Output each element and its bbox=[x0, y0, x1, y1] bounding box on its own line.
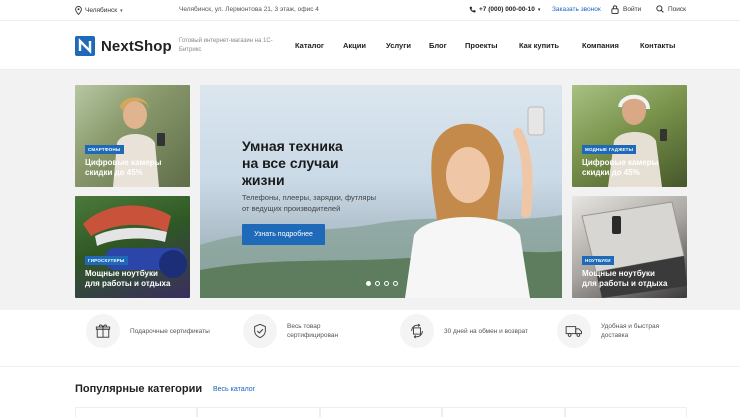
feature-line: Удобная и быстрая bbox=[601, 323, 660, 330]
feature-certified: Весь товар сертифицирован bbox=[243, 314, 338, 348]
feature-text: Весь товар сертифицирован bbox=[287, 322, 338, 340]
slider-dot[interactable] bbox=[375, 281, 380, 286]
caption-line: для работы и отдыха bbox=[582, 279, 668, 288]
caption-line: скидки до 45% bbox=[582, 168, 640, 177]
nav-item-how-to-buy[interactable]: Как купить bbox=[519, 41, 582, 50]
main-nav: Каталог Акции Услуги Блог Проекты Как ку… bbox=[295, 41, 675, 50]
nav-item-promotions[interactable]: Акции bbox=[343, 41, 386, 50]
gift-icon bbox=[86, 314, 120, 348]
feature-text: 30 дней на обмен и возврат bbox=[444, 327, 528, 336]
category-card[interactable] bbox=[319, 407, 443, 417]
promo-tile-hoverboards[interactable]: Гироскутеры Мощные ноутбуки для работы и… bbox=[75, 196, 190, 298]
popular-categories: Популярные категории Весь каталог bbox=[0, 366, 740, 417]
feature-text: Подарочные сертификаты bbox=[130, 327, 210, 336]
promo-tile-gadgets[interactable]: Модные гаджеты Цифровые камеры скидки до… bbox=[572, 85, 687, 187]
location-pin-icon bbox=[75, 6, 82, 15]
tile-badge: Гироскутеры bbox=[85, 256, 128, 265]
tile-caption: Цифровые камеры скидки до 45% bbox=[85, 158, 162, 178]
nav-item-services[interactable]: Услуги bbox=[386, 41, 429, 50]
slider-dot[interactable] bbox=[366, 281, 371, 286]
category-card[interactable] bbox=[442, 407, 565, 417]
promo-tile-smartphones[interactable]: Смартфоны Цифровые камеры скидки до 45% bbox=[75, 85, 190, 187]
category-card[interactable] bbox=[197, 407, 320, 417]
shield-check-icon bbox=[243, 314, 277, 348]
lock-icon bbox=[611, 5, 619, 14]
slider-dots bbox=[366, 281, 398, 286]
promo-tile-laptops[interactable]: Ноутбуки Мощные ноутбуки для работы и от… bbox=[572, 196, 687, 298]
caption-line: Цифровые камеры bbox=[85, 158, 162, 167]
store-address: Челябинск, ул. Лермонтова 21, 3 этаж, оф… bbox=[179, 6, 319, 13]
chevron-down-icon: ▾ bbox=[120, 7, 123, 14]
category-card[interactable] bbox=[75, 407, 198, 417]
feature-line: Весь товар bbox=[287, 323, 321, 330]
category-grid bbox=[75, 407, 688, 417]
nav-item-catalog[interactable]: Каталог bbox=[295, 41, 343, 50]
tile-caption: Мощные ноутбуки для работы и отдыха bbox=[582, 269, 667, 289]
search-label: Поиск bbox=[668, 5, 687, 13]
tile-caption: Цифровые камеры скидки до 45% bbox=[582, 158, 659, 178]
hero-subtitle: Телефоны, плееры, зарядки, футляры от ве… bbox=[242, 192, 382, 214]
features-strip: Подарочные сертификаты Весь товар сертиф… bbox=[0, 310, 740, 366]
truck-icon bbox=[557, 314, 591, 348]
slider-dot[interactable] bbox=[393, 281, 398, 286]
site-tagline: Готовый интернет-магазин на 1С-Битрикс bbox=[179, 38, 273, 53]
site-logo[interactable]: NextShop bbox=[75, 36, 172, 56]
hero-title-line: Умная техника bbox=[242, 138, 343, 154]
nav-item-projects[interactable]: Проекты bbox=[465, 41, 519, 50]
caption-line: для работы и отдыха bbox=[85, 279, 171, 288]
phone-number[interactable]: +7 (000) 000-00-10 ▾ bbox=[469, 6, 540, 13]
login-label: Войти bbox=[623, 6, 642, 13]
feature-line: Подарочные сертификаты bbox=[130, 327, 210, 335]
chevron-down-icon: ▾ bbox=[537, 6, 541, 13]
hero-subtitle-line: Телефоны, плееры, зарядки, футляры bbox=[242, 193, 377, 202]
slider-dot[interactable] bbox=[384, 281, 389, 286]
all-catalog-link[interactable]: Весь каталог bbox=[213, 386, 255, 393]
hero-subtitle-line: от ведущих производителей bbox=[242, 204, 341, 213]
caption-line: Мощные ноутбуки bbox=[85, 269, 158, 278]
caption-line: Мощные ноутбуки bbox=[582, 269, 655, 278]
caption-line: Цифровые камеры bbox=[582, 158, 659, 167]
nav-item-contacts[interactable]: Контакты bbox=[640, 41, 675, 50]
logo-text: NextShop bbox=[101, 37, 172, 55]
feature-delivery: Удобная и быстрая доставка bbox=[557, 314, 659, 348]
phone-label: +7 (000) 000-00-10 bbox=[479, 6, 535, 13]
feature-line: доставка bbox=[601, 332, 629, 339]
tile-caption: Мощные ноутбуки для работы и отдыха bbox=[85, 269, 170, 289]
nav-item-company[interactable]: Компания bbox=[582, 41, 640, 50]
tile-badge: Ноутбуки bbox=[582, 256, 614, 265]
hero-title-line: жизни bbox=[242, 172, 285, 188]
caption-line: скидки до 45% bbox=[85, 168, 143, 177]
section-title: Популярные категории bbox=[75, 383, 203, 395]
return-icon bbox=[400, 314, 434, 348]
nav-item-blog[interactable]: Блог bbox=[429, 41, 465, 50]
learn-more-button[interactable]: Узнать подробнее bbox=[242, 224, 325, 245]
city-label: Челябинск bbox=[85, 7, 118, 14]
search-button[interactable]: Поиск bbox=[656, 5, 686, 13]
top-bar: Челябинск ▾ Челябинск, ул. Лермонтова 21… bbox=[0, 0, 740, 21]
feature-returns: 30 дней на обмен и возврат bbox=[400, 314, 528, 348]
hero-slider: Умная техника на все случаи жизни Телефо… bbox=[200, 85, 562, 298]
phone-icon bbox=[469, 6, 476, 13]
tile-badge: Смартфоны bbox=[85, 145, 124, 154]
callback-link[interactable]: Заказать звонок bbox=[552, 6, 601, 13]
feature-line: 30 дней на обмен и возврат bbox=[444, 327, 529, 335]
main-header: NextShop Готовый интернет-магазин на 1С-… bbox=[0, 21, 740, 70]
feature-text: Удобная и быстрая доставка bbox=[601, 322, 659, 340]
city-selector[interactable]: Челябинск ▾ bbox=[75, 6, 123, 15]
feature-line: сертифицирован bbox=[287, 332, 339, 339]
hero-title: Умная техника на все случаи жизни bbox=[242, 138, 392, 189]
logo-mark-icon bbox=[75, 36, 95, 56]
hero-title-line: на все случаи bbox=[242, 155, 339, 171]
feature-gift-certificates: Подарочные сертификаты bbox=[86, 314, 210, 348]
search-icon bbox=[656, 5, 664, 13]
tile-badge: Модные гаджеты bbox=[582, 145, 637, 154]
category-card[interactable] bbox=[564, 407, 688, 417]
login-button[interactable]: Войти bbox=[611, 5, 641, 14]
